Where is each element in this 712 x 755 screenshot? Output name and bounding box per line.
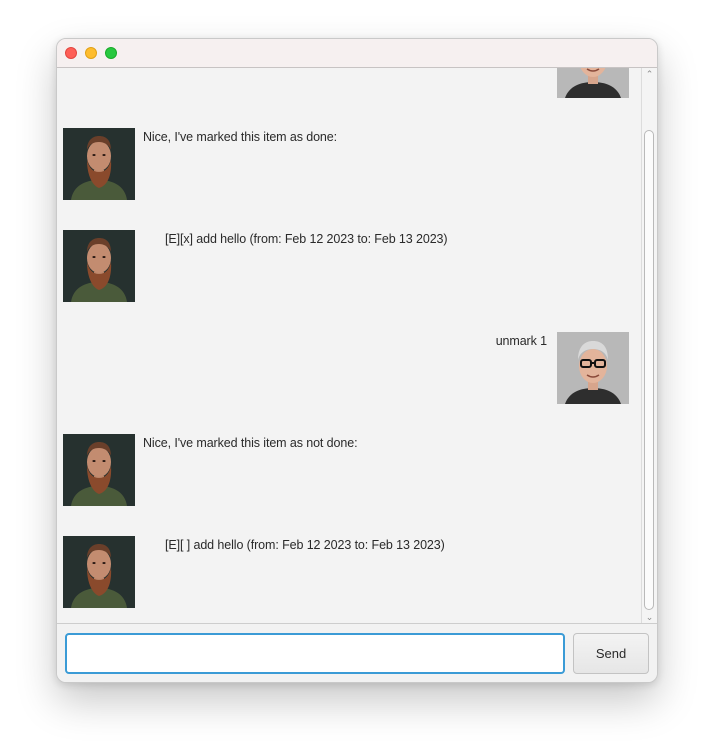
bot-avatar <box>63 536 135 608</box>
minimize-window-button[interactable] <box>85 47 97 59</box>
user-avatar <box>557 332 629 404</box>
close-window-button[interactable] <box>65 47 77 59</box>
dialog-box-bot: Nice, I've marked this item as done: <box>57 128 641 200</box>
bot-avatar <box>63 230 135 302</box>
dialog-box-user: unmark 1 <box>57 332 641 404</box>
bot-avatar <box>63 128 135 200</box>
dialog-box-bot: Nice, I've marked this item as not done: <box>57 434 641 506</box>
scrollbar-thumb[interactable] <box>644 130 654 610</box>
message-input[interactable] <box>65 633 565 674</box>
bot-message-text: [E][x] add hello (from: Feb 12 2023 to: … <box>165 232 448 246</box>
bot-avatar <box>63 434 135 506</box>
bot-message-text: Nice, I've marked this item as done: <box>143 130 338 144</box>
bot-message-text: [E][ ] add hello (from: Feb 12 2023 to: … <box>165 538 445 552</box>
app-window: Nice, I've marked this item as done: [E]… <box>56 38 658 683</box>
user-message-text: unmark 1 <box>495 334 547 348</box>
bot-message-text: Nice, I've marked this item as not done: <box>143 436 358 450</box>
dialog-container[interactable]: Nice, I've marked this item as done: [E]… <box>57 68 641 623</box>
maximize-window-button[interactable] <box>105 47 117 59</box>
vertical-scrollbar[interactable]: ⌃ ⌄ <box>641 68 657 623</box>
send-button[interactable]: Send <box>573 633 649 674</box>
dialog-box-bot: [E][x] add hello (from: Feb 12 2023 to: … <box>57 230 641 302</box>
dialog-box-user <box>57 68 641 98</box>
dialog-box-bot: [E][ ] add hello (from: Feb 12 2023 to: … <box>57 536 641 608</box>
scroll-down-icon[interactable]: ⌄ <box>642 611 657 623</box>
title-bar <box>57 39 657 68</box>
input-bar: Send <box>57 623 657 682</box>
scroll-up-icon[interactable]: ⌃ <box>642 68 657 80</box>
user-avatar <box>557 68 629 98</box>
